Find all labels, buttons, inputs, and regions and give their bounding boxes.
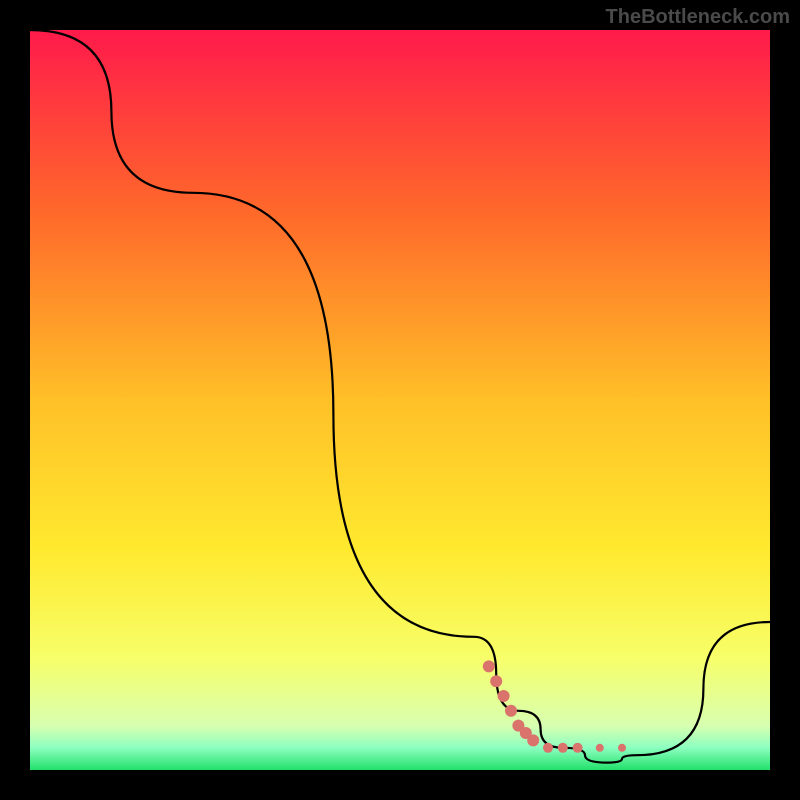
highlight-point — [573, 743, 583, 753]
highlight-point — [483, 660, 495, 672]
watermark-text: TheBottleneck.com — [606, 6, 790, 29]
highlight-point — [618, 744, 626, 752]
highlight-point — [527, 734, 539, 746]
highlight-point — [498, 690, 510, 702]
highlight-point — [543, 743, 553, 753]
chart-frame — [30, 30, 770, 770]
highlight-point — [505, 705, 517, 717]
chart-background — [30, 30, 770, 770]
highlight-point — [558, 743, 568, 753]
bottleneck-chart — [30, 30, 770, 770]
highlight-point — [490, 675, 502, 687]
highlight-point — [596, 744, 604, 752]
